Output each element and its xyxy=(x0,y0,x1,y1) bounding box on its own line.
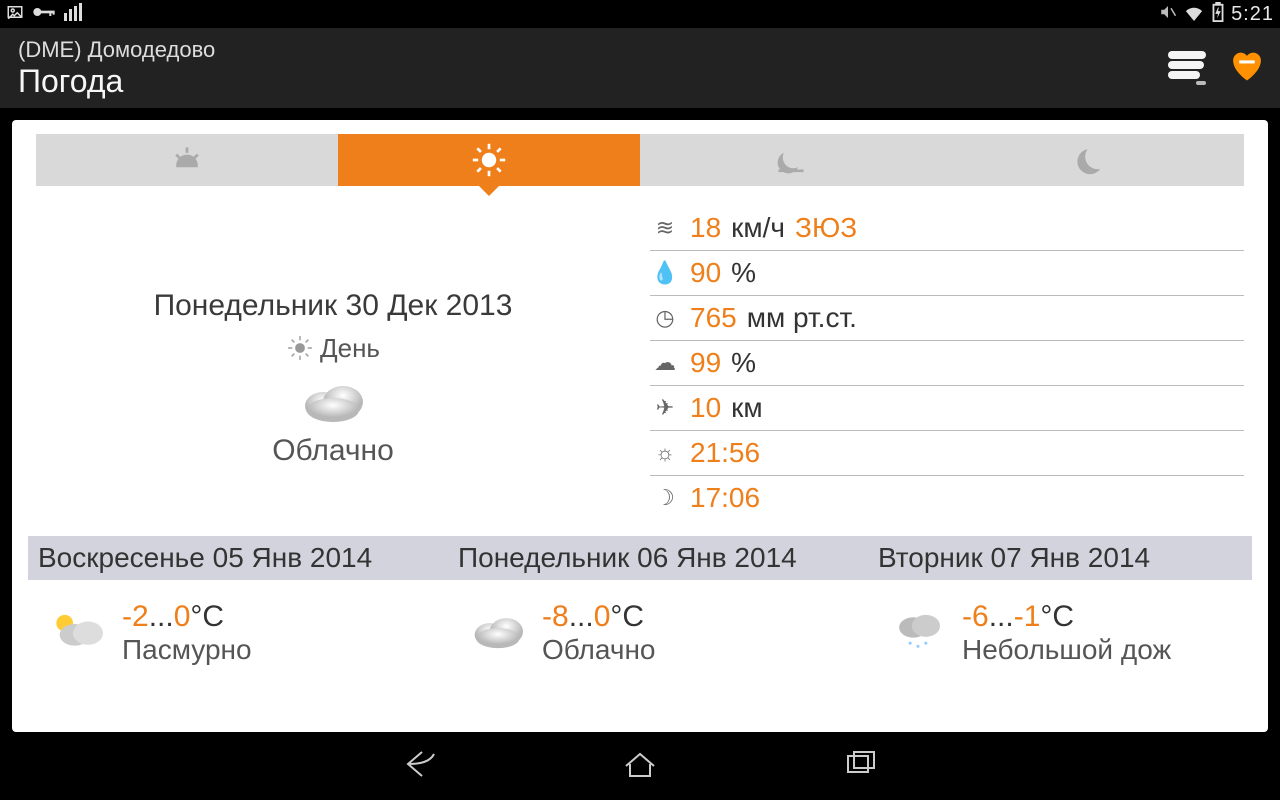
android-status-bar: 5:21 xyxy=(0,0,1280,28)
pressure-icon: ◷ xyxy=(650,305,680,331)
key-icon xyxy=(32,5,56,24)
picture-icon xyxy=(6,3,24,26)
current-details: ≋ 18 км/ч ЗЮЗ 💧 90% ◷ 765 мм рт.ст. ☁ 99… xyxy=(650,206,1244,520)
forecast-temp: -2...0°C xyxy=(122,600,252,634)
row-pressure: ◷ 765 мм рт.ст. xyxy=(650,296,1244,341)
forecast-desc: Пасмурно xyxy=(122,634,252,666)
wifi-icon xyxy=(1183,3,1205,26)
header-subtitle: (DME) Домодедово xyxy=(18,37,215,63)
row-wind: ≋ 18 км/ч ЗЮЗ xyxy=(650,206,1244,251)
tab-night[interactable] xyxy=(942,134,1244,186)
home-button[interactable] xyxy=(620,744,660,789)
sunset-icon: ☽ xyxy=(650,485,680,511)
row-cloud: ☁ 99% xyxy=(650,341,1244,386)
forecast-temp: -6...-1°C xyxy=(962,600,1171,634)
forecast-desc: Небольшой дож xyxy=(962,634,1171,666)
row-humidity: 💧 90% xyxy=(650,251,1244,296)
app-header: (DME) Домодедово Погода xyxy=(0,28,1280,108)
favorite-button[interactable] xyxy=(1228,48,1266,88)
daypart-label: День xyxy=(320,333,380,364)
current-date: Понедельник 30 Дек 2013 xyxy=(154,289,513,323)
weather-card: Понедельник 30 Дек 2013 День Облачно ≋ 1… xyxy=(12,120,1268,732)
menu-button[interactable] xyxy=(1168,51,1206,85)
visibility-icon: ✈ xyxy=(650,395,680,421)
tab-dawn[interactable] xyxy=(36,134,338,186)
wind-icon: ≋ xyxy=(650,215,680,241)
tab-evening[interactable] xyxy=(640,134,942,186)
row-sunrise: ☼ 21:56 xyxy=(650,431,1244,476)
status-time: 5:21 xyxy=(1231,3,1274,26)
current-summary: Понедельник 30 Дек 2013 День Облачно xyxy=(36,206,630,520)
sun-icon xyxy=(286,334,314,362)
mute-icon xyxy=(1159,3,1177,26)
forecast-title: Вторник 07 Янв 2014 xyxy=(868,536,1252,580)
forecast-day[interactable]: Вторник 07 Янв 2014 -6...-1°C Небольшой … xyxy=(868,536,1252,676)
forecast-weather-icon xyxy=(468,607,528,659)
forecast-desc: Облачно xyxy=(542,634,655,666)
forecast-title: Понедельник 06 Янв 2014 xyxy=(448,536,868,580)
forecast-day[interactable]: Понедельник 06 Янв 2014 -8...0°C Облачно xyxy=(448,536,868,676)
row-visibility: ✈ 10 км xyxy=(650,386,1244,431)
bars-icon xyxy=(64,3,84,26)
forecast-row[interactable]: Воскресенье 05 Янв 2014 -2...0°C Пасмурн… xyxy=(28,536,1252,676)
forecast-weather-icon xyxy=(888,607,948,659)
humidity-icon: 💧 xyxy=(650,260,680,286)
current-condition: Облачно xyxy=(272,434,394,468)
row-sunset: ☽ 17:06 xyxy=(650,476,1244,520)
forecast-day[interactable]: Воскресенье 05 Янв 2014 -2...0°C Пасмурн… xyxy=(28,536,448,676)
forecast-title: Воскресенье 05 Янв 2014 xyxy=(28,536,448,580)
forecast-weather-icon xyxy=(48,607,108,659)
battery-icon xyxy=(1211,2,1225,27)
forecast-temp: -8...0°C xyxy=(542,600,655,634)
hamburger-icon xyxy=(1168,51,1206,79)
recent-button[interactable] xyxy=(840,744,880,789)
back-button[interactable] xyxy=(400,744,440,789)
android-nav-bar xyxy=(0,732,1280,800)
cloud-icon xyxy=(297,374,369,424)
cloud-cover-icon: ☁ xyxy=(650,350,680,376)
daypart-tabs xyxy=(36,134,1244,186)
sunrise-icon: ☼ xyxy=(650,440,680,466)
tab-day[interactable] xyxy=(338,134,640,186)
header-title: Погода xyxy=(18,63,215,100)
